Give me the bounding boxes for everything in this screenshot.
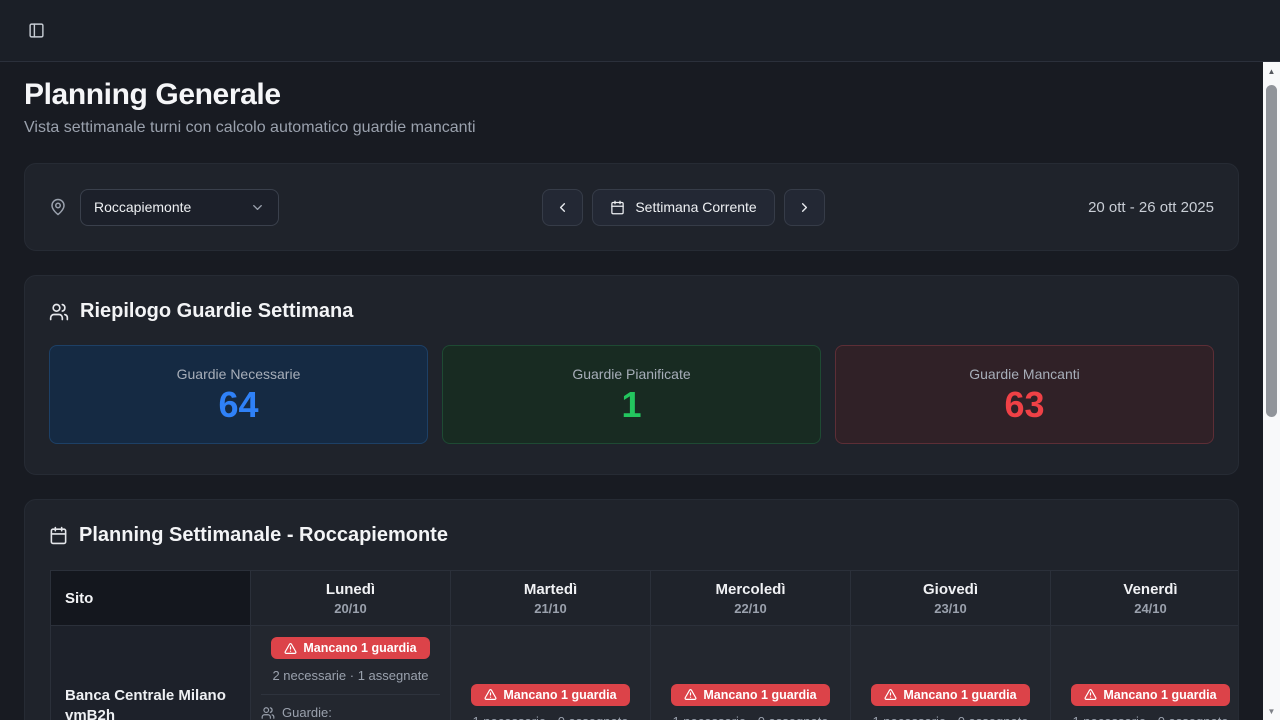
location-select-value: Roccapiemonte: [94, 199, 191, 215]
shift-cell-martedi: Mancano 1 guardia 1 necessarie · 0 asseg…: [451, 626, 651, 720]
guards-count-detail: 1 necessarie · 0 assegnate: [1072, 714, 1228, 720]
guards-count-detail: 2 necessarie · 1 assegnate: [261, 668, 440, 683]
column-header-sito: Sito: [51, 571, 251, 626]
guards-count-detail: 1 necessarie · 0 assegnate: [672, 714, 828, 720]
chevron-left-icon: [555, 200, 570, 215]
shift-cell-lunedi: Mancano 1 guardia 2 necessarie · 1 asseg…: [251, 626, 451, 720]
warning-triangle-icon: [484, 688, 497, 701]
shift-cell-mercoledi: Mancano 1 guardia 1 necessarie · 0 asseg…: [651, 626, 851, 720]
stat-label: Guardie Mancanti: [969, 366, 1080, 382]
summary-title: Riepilogo Guardie Settimana: [80, 300, 353, 323]
planning-table-wrap: Sito Lunedì 20/10 Martedì 21/10 Mercoled…: [50, 570, 1238, 720]
page-subtitle: Vista settimanale turni con calcolo auto…: [24, 119, 1239, 137]
panel-left-icon: [28, 22, 45, 39]
missing-guards-badge: Mancano 1 guardia: [1071, 684, 1229, 706]
column-header-venerdi: Venerdì 24/10: [1051, 571, 1239, 626]
cell-divider: [261, 694, 440, 695]
guards-count-detail: 1 necessarie · 0 assegnate: [472, 714, 628, 720]
week-date-range: 20 ott - 26 ott 2025: [1088, 199, 1214, 216]
toolbar-card: Roccapiemonte Settimana Corrente: [24, 163, 1239, 251]
missing-guards-badge: Mancano 1 guardia: [671, 684, 829, 706]
stat-label: Guardie Necessarie: [177, 366, 301, 382]
stat-value: 1: [621, 387, 641, 423]
stat-label: Guardie Pianificate: [572, 366, 690, 382]
table-row: Banca Centrale Milano vmB2h_ Mancano 1 g…: [51, 626, 1239, 720]
site-name: Banca Centrale Milano vmB2h_: [51, 626, 251, 720]
users-icon: [261, 706, 275, 720]
guards-count-detail: 1 necessarie · 0 assegnate: [872, 714, 1028, 720]
guards-label: Guardie:: [282, 705, 332, 720]
planning-card: Planning Settimanale - Roccapiemonte Sit…: [24, 499, 1239, 720]
stat-guardie-pianificate: Guardie Pianificate 1: [442, 345, 821, 444]
chevron-down-icon: [250, 200, 265, 215]
summary-stats: Guardie Necessarie 64 Guardie Pianificat…: [49, 345, 1214, 444]
warning-triangle-icon: [684, 688, 697, 701]
calendar-icon: [49, 526, 68, 545]
shift-cell-giovedi: Mancano 1 guardia 1 necessarie · 0 asseg…: [851, 626, 1051, 720]
scrollbar-down-arrow[interactable]: ▼: [1263, 702, 1280, 720]
planning-table: Sito Lunedì 20/10 Martedì 21/10 Mercoled…: [50, 570, 1238, 720]
page-title: Planning Generale: [24, 78, 1239, 112]
missing-guards-badge: Mancano 1 guardia: [471, 684, 629, 706]
warning-triangle-icon: [1084, 688, 1097, 701]
shift-cell-venerdi: Mancano 1 guardia 1 necessarie · 0 asseg…: [1051, 626, 1239, 720]
next-week-button[interactable]: [784, 189, 825, 226]
planning-title: Planning Settimanale - Roccapiemonte: [79, 524, 448, 547]
main-content: Planning Generale Vista settimanale turn…: [0, 62, 1263, 720]
missing-guards-badge: Mancano 1 guardia: [871, 684, 1029, 706]
current-week-button[interactable]: Settimana Corrente: [592, 189, 774, 226]
week-nav-group: Settimana Corrente: [542, 189, 824, 226]
location-group: Roccapiemonte: [49, 189, 279, 226]
calendar-icon: [610, 200, 625, 215]
stat-value: 64: [218, 387, 258, 423]
column-header-lunedi: Lunedì 20/10: [251, 571, 451, 626]
scrollbar-thumb[interactable]: [1266, 85, 1277, 417]
map-pin-icon: [49, 198, 67, 216]
summary-card: Riepilogo Guardie Settimana Guardie Nece…: [24, 275, 1239, 475]
column-header-mercoledi: Mercoledì 22/10: [651, 571, 851, 626]
column-header-giovedi: Giovedì 23/10: [851, 571, 1051, 626]
warning-triangle-icon: [884, 688, 897, 701]
vertical-scrollbar[interactable]: ▲ ▼: [1263, 62, 1280, 720]
scrollbar-up-arrow[interactable]: ▲: [1263, 62, 1280, 80]
chevron-right-icon: [797, 200, 812, 215]
users-icon: [49, 302, 69, 322]
warning-triangle-icon: [284, 642, 297, 655]
previous-week-button[interactable]: [542, 189, 583, 226]
stat-guardie-necessarie: Guardie Necessarie 64: [49, 345, 428, 444]
stat-guardie-mancanti: Guardie Mancanti 63: [835, 345, 1214, 444]
sidebar-toggle-button[interactable]: [22, 17, 50, 45]
current-week-label: Settimana Corrente: [635, 199, 756, 215]
column-header-martedi: Martedì 21/10: [451, 571, 651, 626]
missing-guards-badge: Mancano 1 guardia: [271, 637, 429, 659]
location-select[interactable]: Roccapiemonte: [80, 189, 279, 226]
topbar: [0, 0, 1280, 62]
stat-value: 63: [1004, 387, 1044, 423]
